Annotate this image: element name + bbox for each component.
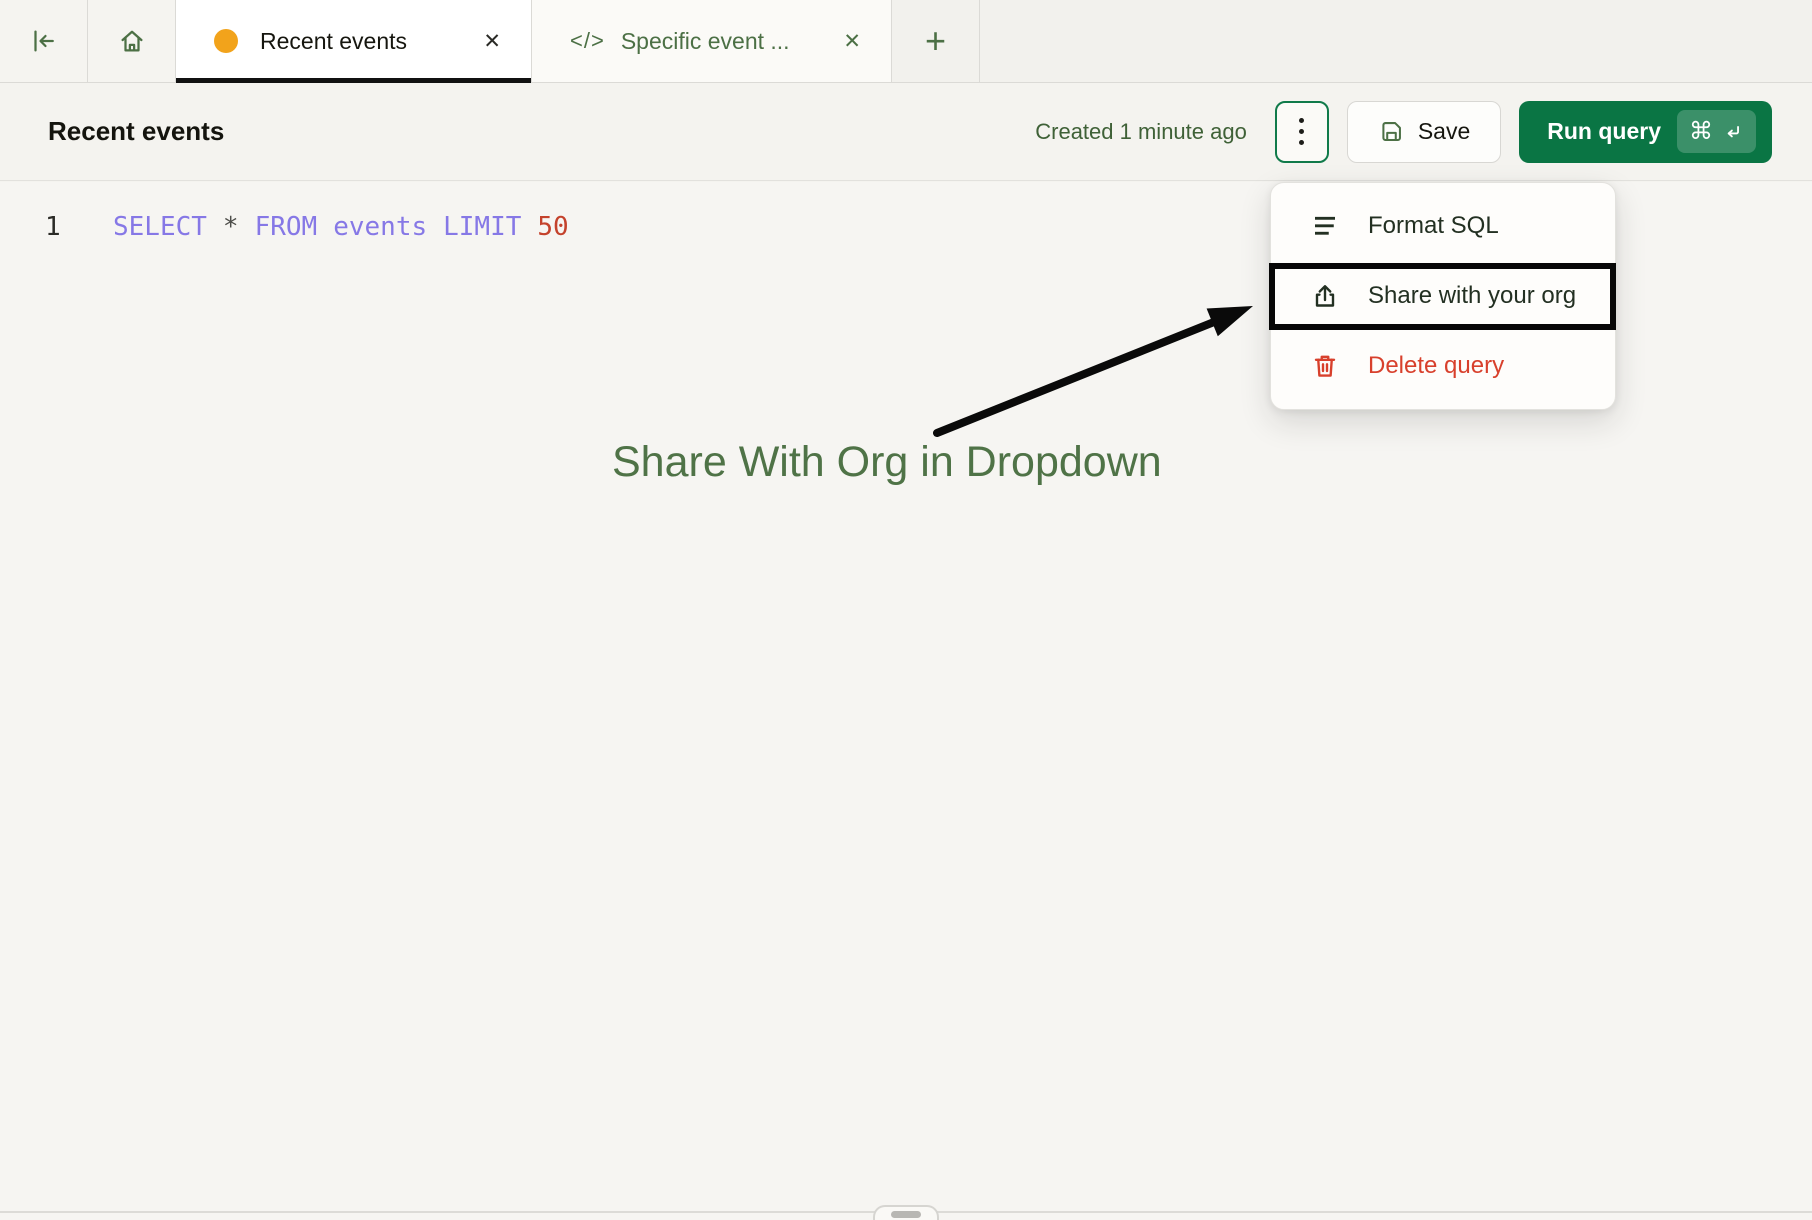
page-title: Recent events: [48, 116, 224, 147]
run-shortcut-badge: ⌘: [1677, 110, 1756, 153]
upload-icon: [1309, 281, 1341, 311]
more-options-button[interactable]: [1275, 101, 1329, 163]
menu-item-label: Delete query: [1368, 352, 1504, 380]
home-button[interactable]: [88, 0, 176, 82]
annotation-text: Share With Org in Dropdown: [612, 438, 1162, 487]
format-sql-icon: [1309, 211, 1341, 241]
plus-icon: +: [925, 20, 946, 62]
created-timestamp: Created 1 minute ago: [1035, 119, 1247, 145]
sql-token-keyword: SELECT: [113, 212, 207, 242]
close-tab-icon[interactable]: ✕: [815, 29, 861, 54]
bottom-panel-handle[interactable]: [873, 1205, 939, 1220]
save-button-label: Save: [1418, 118, 1470, 145]
menu-item-label: Format SQL: [1368, 212, 1499, 240]
run-query-button[interactable]: Run query ⌘: [1519, 101, 1772, 163]
kebab-icon: [1299, 140, 1304, 145]
close-tab-icon[interactable]: ✕: [455, 29, 501, 54]
sql-token-operator: *: [223, 212, 239, 242]
collapse-sidebar-button[interactable]: [0, 0, 88, 82]
options-dropdown-menu: Format SQL Share with your org: [1270, 182, 1616, 410]
sql-editor-app: Recent events ✕ </> Specific event ... ✕…: [0, 0, 1812, 1220]
menu-item-label: Share with your org: [1368, 282, 1576, 310]
menu-item-share-with-org[interactable]: Share with your org: [1271, 261, 1615, 331]
tab-bar: Recent events ✕ </> Specific event ... ✕…: [0, 0, 1812, 83]
unsaved-changes-dot-icon: [214, 29, 238, 53]
sql-token-keyword: LIMIT: [443, 212, 521, 242]
save-button[interactable]: Save: [1347, 101, 1501, 163]
kebab-icon: [1299, 129, 1304, 134]
line-number: 1: [45, 212, 71, 242]
save-floppy-icon: [1378, 118, 1405, 145]
sql-token-keyword: FROM: [255, 212, 318, 242]
home-icon: [117, 26, 147, 56]
sql-token-number: 50: [537, 212, 568, 242]
return-key-icon: [1722, 121, 1744, 143]
menu-item-format-sql[interactable]: Format SQL: [1271, 191, 1615, 261]
tab-label: Specific event ...: [621, 28, 790, 55]
kebab-icon: [1299, 118, 1304, 123]
drag-handle-icon: [891, 1211, 921, 1218]
new-tab-button[interactable]: +: [892, 0, 980, 82]
tab-label: Recent events: [260, 28, 407, 55]
code-icon: </>: [570, 28, 605, 54]
tab-recent-events[interactable]: Recent events ✕: [176, 0, 532, 82]
menu-item-delete-query[interactable]: Delete query: [1271, 331, 1615, 401]
sql-token-identifier: events: [333, 212, 427, 242]
trash-icon: [1309, 351, 1341, 381]
command-key-icon: ⌘: [1689, 117, 1713, 146]
collapse-sidebar-icon: [29, 26, 59, 56]
toolbar-actions: Created 1 minute ago Save Run query ⌘: [1035, 101, 1772, 163]
query-toolbar: Recent events Created 1 minute ago Save …: [0, 83, 1812, 181]
run-query-label: Run query: [1547, 118, 1661, 145]
tab-specific-event[interactable]: </> Specific event ... ✕: [532, 0, 892, 82]
